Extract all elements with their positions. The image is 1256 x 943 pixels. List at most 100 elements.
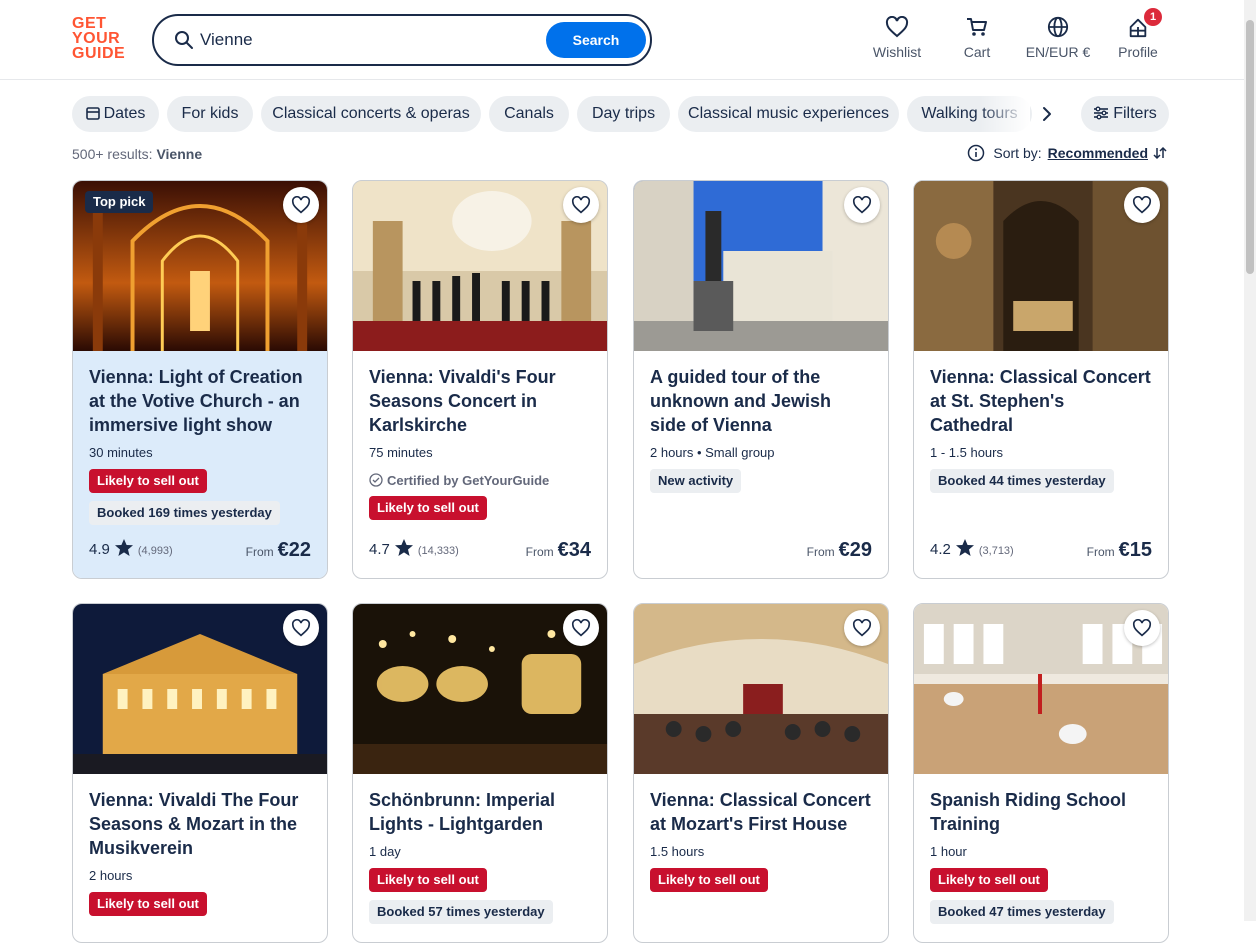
card-body: A guided tour of the unknown and Jewish … [634,351,888,578]
page-scrollbar[interactable] [1244,0,1256,921]
chip-day-trips[interactable]: Day trips [577,96,670,132]
wishlist-button[interactable] [1124,610,1160,646]
card-body: Vienna: Light of Creation at the Votive … [73,351,327,578]
heart-icon [291,196,311,214]
sellout-badge: Likely to sell out [89,469,207,493]
nav-profile-label: Profile [1118,44,1158,60]
filters-icon [1094,106,1109,120]
heart-icon [571,196,591,214]
card-rating: 4.2 (3,713) [930,538,1014,558]
scrollbar-thumb[interactable] [1246,20,1254,274]
rating-value: 4.2 [930,541,951,558]
chip-classical-music-experiences[interactable]: Classical music experiences [678,96,899,132]
heart-icon [1132,619,1152,637]
booked-badge: Booked 169 times yesterday [89,501,280,525]
rating-value: 4.9 [89,541,110,558]
price-from: From [525,545,554,559]
chip-dates[interactable]: Dates [72,96,159,132]
chip-for-kids[interactable]: For kids [167,96,253,132]
star-icon [394,539,413,556]
getyourguide-logo[interactable]: GET YOUR GUIDE [72,16,130,64]
review-count: (14,333) [417,545,459,557]
wishlist-button[interactable] [283,610,319,646]
card-body: Vienna: Classical Concert at St. Stephen… [914,351,1168,578]
sellout-badge: Likely to sell out [650,868,768,892]
activity-card[interactable]: Vienna: Classical Concert at Mozart's Fi… [633,603,889,943]
card-title[interactable]: A guided tour of the unknown and Jewish … [650,365,872,437]
results-summary: 500+ results: Vienne [72,146,202,162]
wishlist-button[interactable] [844,610,880,646]
card-rating: 4.7 (14,333) [369,538,459,558]
activity-card[interactable]: Vienna: Vivaldi The Four Seasons & Mozar… [72,603,328,943]
card-price: From €34 [526,539,591,562]
wishlist-button[interactable] [563,610,599,646]
sellout-badge: Likely to sell out [89,892,207,916]
card-title[interactable]: Vienna: Classical Concert at Mozart's Fi… [650,788,872,836]
activity-card[interactable]: Vienna: Vivaldi's Four Seasons Concert i… [352,180,608,579]
wishlist-button[interactable] [844,187,880,223]
certified-text: Certified by GetYourGuide [387,473,550,488]
card-title[interactable]: Spanish Riding School Training [930,788,1152,836]
filters-label: Filters [1113,105,1157,122]
review-count: (4,993) [137,545,173,557]
chip-classical-concerts[interactable]: Classical concerts & operas [261,96,481,132]
card-footer: From €29 [650,536,872,562]
card-title[interactable]: Schönbrunn: Imperial Lights - Lightgarde… [369,788,591,836]
card-duration: 1 hour [930,844,967,859]
heart-icon [852,619,872,637]
heart-icon [291,619,311,637]
chip-canals[interactable]: Canals [489,96,569,132]
nav-wishlist[interactable]: Wishlist [868,16,926,66]
heart-icon [571,619,591,637]
card-title[interactable]: Vienna: Light of Creation at the Votive … [89,365,311,437]
card-duration: 2 hours • Small group [650,445,775,460]
price-from: From [245,545,274,559]
wishlist-button[interactable] [563,187,599,223]
price-amount: €22 [277,539,311,561]
card-duration: 75 minutes [369,445,433,460]
card-duration: 2 hours [89,868,133,883]
activity-card[interactable]: Schönbrunn: Imperial Lights - Lightgarde… [352,603,608,943]
card-title[interactable]: Vienna: Vivaldi's Four Seasons Concert i… [369,365,591,437]
activity-card[interactable]: Vienna: Classical Concert at St. Stephen… [913,180,1169,579]
search-input[interactable] [200,26,540,54]
sort-control[interactable]: Sort by: Recommended [967,144,1168,162]
nav-profile[interactable]: 1 Profile [1110,8,1166,66]
card-body: Spanish Riding School Training 1 hour Li… [914,774,1168,942]
review-count: (3,713) [978,545,1014,557]
nav-wishlist-label: Wishlist [872,44,922,60]
logo-line-2: YOUR [72,30,121,47]
booked-badge: Booked 47 times yesterday [930,900,1114,924]
card-duration: 30 minutes [89,445,153,460]
wishlist-button[interactable] [1124,187,1160,223]
booked-badge: Booked 57 times yesterday [369,900,553,924]
chevron-right-icon[interactable] [1036,103,1058,125]
search-button[interactable]: Search [546,22,646,58]
card-body: Schönbrunn: Imperial Lights - Lightgarde… [353,774,607,942]
activity-card[interactable]: Spanish Riding School Training 1 hour Li… [913,603,1169,943]
sort-value[interactable]: Recommended [1048,145,1148,161]
card-duration: 1 day [369,844,401,859]
price-amount: €34 [557,539,591,561]
globe-icon [1047,16,1069,38]
card-body: Vienna: Classical Concert at Mozart's Fi… [634,774,888,942]
card-rating: 4.9 (4,993) [89,538,173,558]
card-title[interactable]: Vienna: Classical Concert at St. Stephen… [930,365,1152,437]
card-price: From €29 [807,539,872,562]
price-from: From [1086,545,1115,559]
booked-badge: Booked 44 times yesterday [930,469,1114,493]
info-icon[interactable] [967,144,985,162]
activity-card[interactable]: Top pick Vienna: Light of Creation at th… [72,180,328,579]
nav-cart-label: Cart [963,44,991,60]
filters-button[interactable]: Filters [1081,96,1169,132]
card-title[interactable]: Vienna: Vivaldi The Four Seasons & Mozar… [89,788,311,860]
activity-card[interactable]: A guided tour of the unknown and Jewish … [633,180,889,579]
nav-cart[interactable]: Cart [950,16,1004,66]
card-footer: 4.7 (14,333) From €34 [369,536,591,562]
rating-value: 4.7 [369,541,390,558]
price-from: From [806,545,835,559]
wishlist-button[interactable] [283,187,319,223]
nav-language-currency[interactable]: EN/EUR € [1020,16,1096,66]
heart-icon [852,196,872,214]
sort-arrows-icon [1153,146,1167,160]
